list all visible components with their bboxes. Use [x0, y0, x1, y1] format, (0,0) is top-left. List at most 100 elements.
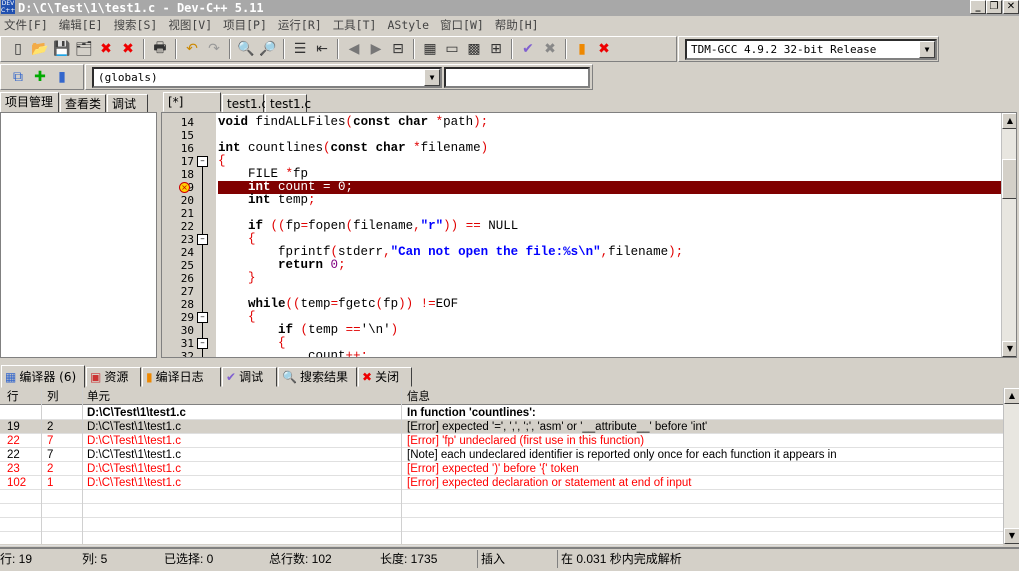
- compile-run-icon[interactable]: ▩: [464, 39, 484, 59]
- scroll-down-button[interactable]: ▼: [1004, 528, 1019, 544]
- line-number[interactable]: 15: [162, 129, 194, 142]
- fold-toggle-icon[interactable]: –: [197, 312, 208, 323]
- line-number[interactable]: 14: [162, 116, 194, 129]
- minimize-button[interactable]: _: [970, 0, 986, 14]
- compiler-messages-table[interactable]: 行 列 单元 信息 D:\C\Test\1\test1.c In function…: [0, 388, 1003, 546]
- bottom-tab-debug[interactable]: ✔ 调试: [222, 367, 277, 387]
- chevron-down-icon[interactable]: ▼: [424, 68, 440, 86]
- project-options-icon[interactable]: ▮: [52, 67, 72, 87]
- redo-icon[interactable]: ↷: [204, 39, 224, 59]
- bottom-tab-compiler[interactable]: ▦ 编译器 (6): [1, 365, 85, 388]
- replace-icon[interactable]: 🔎: [258, 39, 278, 59]
- column-header-message[interactable]: 信息: [407, 390, 1003, 404]
- menu-item[interactable]: 编辑[E]: [55, 16, 107, 34]
- save-icon[interactable]: 💾: [52, 39, 72, 59]
- line-number[interactable]: 25: [162, 259, 194, 272]
- syntax-check-icon[interactable]: ✔: [518, 39, 538, 59]
- bottom-tab-search-results[interactable]: 🔍 搜索结果: [278, 367, 357, 387]
- code-line[interactable]: {: [218, 155, 1002, 168]
- profile-icon[interactable]: ▮: [572, 39, 592, 59]
- save-all-icon[interactable]: 🗂: [74, 39, 94, 59]
- tab-debug[interactable]: 调试: [107, 94, 148, 114]
- scope-select[interactable]: (globals) ▼: [92, 66, 442, 88]
- run-icon[interactable]: ▭: [442, 39, 462, 59]
- editor-tab-active[interactable]: [*] test1.c: [163, 92, 221, 127]
- menu-item[interactable]: 帮助[H]: [491, 16, 543, 34]
- code-line[interactable]: while((temp=fgetc(fp)) !=EOF: [218, 298, 1002, 311]
- line-number[interactable]: 23: [162, 233, 194, 246]
- line-number[interactable]: 17: [162, 155, 194, 168]
- menu-item[interactable]: 项目[P]: [219, 16, 271, 34]
- messages-scrollbar[interactable]: ▲ ▼: [1003, 388, 1019, 544]
- menu-item[interactable]: 搜索[S]: [110, 16, 162, 34]
- column-header-unit[interactable]: 单元: [87, 390, 399, 404]
- open-file-icon[interactable]: 📂: [30, 39, 50, 59]
- table-row[interactable]: D:\C\Test\1\test1.c In function 'countlin…: [0, 406, 1003, 420]
- code-line[interactable]: int count = 0;: [218, 181, 1002, 194]
- line-number[interactable]: 27: [162, 285, 194, 298]
- compile-icon[interactable]: ▦: [420, 39, 440, 59]
- line-number[interactable]: 21: [162, 207, 194, 220]
- project-tree[interactable]: [0, 112, 157, 358]
- fold-toggle-icon[interactable]: –: [197, 156, 208, 167]
- print-icon[interactable]: 🖶: [150, 39, 170, 59]
- line-number[interactable]: 31: [162, 337, 194, 350]
- code-line[interactable]: int countlines(const char *filename): [218, 142, 1002, 155]
- code-editor[interactable]: 14151617–1819×20212223–242526272829–3031…: [161, 112, 1017, 358]
- code-line[interactable]: count++;: [218, 350, 1002, 358]
- code-line[interactable]: }: [218, 272, 1002, 285]
- find-icon[interactable]: 🔍: [236, 39, 256, 59]
- line-number[interactable]: 28: [162, 298, 194, 311]
- table-row[interactable]: 23 2 D:\C\Test\1\test1.c [Error] expected '…: [0, 462, 1003, 476]
- menu-item[interactable]: 窗口[W]: [436, 16, 488, 34]
- fold-toggle-icon[interactable]: –: [197, 234, 208, 245]
- close-file-icon[interactable]: ✖: [96, 39, 116, 59]
- line-number[interactable]: 16: [162, 142, 194, 155]
- fold-toggle-icon[interactable]: –: [197, 338, 208, 349]
- tab-project[interactable]: 项目管理: [0, 92, 59, 112]
- column-header-line[interactable]: 行: [7, 390, 41, 404]
- compiler-select[interactable]: TDM-GCC 4.9.2 32-bit Release ▼: [685, 38, 937, 60]
- code-line[interactable]: return 0;: [218, 259, 1002, 272]
- bottom-tab-compile-log[interactable]: ▮ 编译日志: [142, 367, 221, 387]
- indent-icon[interactable]: ☰: [290, 39, 310, 59]
- close-window-button[interactable]: ✕: [1003, 0, 1019, 14]
- code-line[interactable]: int temp;: [218, 194, 1002, 207]
- line-number[interactable]: 32: [162, 350, 194, 357]
- rebuild-icon[interactable]: ⊞: [486, 39, 506, 59]
- line-number[interactable]: 18: [162, 168, 194, 181]
- menu-item[interactable]: 工具[T]: [329, 16, 381, 34]
- table-row[interactable]: 19 2 D:\C\Test\1\test1.c [Error] expected '…: [0, 420, 1003, 434]
- stop-icon[interactable]: ✖: [540, 39, 560, 59]
- line-number[interactable]: 30: [162, 324, 194, 337]
- tab-classes[interactable]: 查看类: [60, 94, 106, 114]
- bottom-tab-resources[interactable]: ▣ 资源: [86, 367, 141, 387]
- bookmark-next-icon[interactable]: ▶: [366, 39, 386, 59]
- close-all-icon[interactable]: ✖: [118, 39, 138, 59]
- menu-item[interactable]: 视图[V]: [164, 16, 216, 34]
- new-file-icon[interactable]: ▯: [8, 39, 28, 59]
- delete-profile-icon[interactable]: ✖: [594, 39, 614, 59]
- new-project-icon[interactable]: ⧉: [8, 67, 28, 87]
- editor-tab[interactable]: test1.c: [222, 94, 268, 114]
- scroll-up-button[interactable]: ▲: [1004, 388, 1019, 404]
- add-to-project-icon[interactable]: ✚: [30, 67, 50, 87]
- scroll-up-button[interactable]: ▲: [1002, 113, 1016, 129]
- restore-button[interactable]: ❐: [986, 0, 1002, 14]
- line-number[interactable]: 22: [162, 220, 194, 233]
- table-row[interactable]: 22 7 D:\C\Test\1\test1.c [Error] 'fp' undec…: [0, 434, 1003, 448]
- table-row[interactable]: 22 7 D:\C\Test\1\test1.c [Note] each undecl…: [0, 448, 1003, 462]
- menu-item[interactable]: 运行[R]: [274, 16, 326, 34]
- editor-scrollbar[interactable]: ▲ ▼: [1001, 113, 1016, 357]
- undo-icon[interactable]: ↶: [182, 39, 202, 59]
- menu-item[interactable]: 文件[F]: [0, 16, 52, 34]
- bookmark-prev-icon[interactable]: ◀: [344, 39, 364, 59]
- goto-icon[interactable]: ⊟: [388, 39, 408, 59]
- line-number[interactable]: 24: [162, 246, 194, 259]
- code-line[interactable]: void findALLFiles(const char *path);: [218, 116, 1002, 129]
- line-number[interactable]: 26: [162, 272, 194, 285]
- scroll-thumb[interactable]: [1002, 159, 1016, 199]
- line-number[interactable]: 29: [162, 311, 194, 324]
- scroll-down-button[interactable]: ▼: [1002, 341, 1016, 357]
- menu-item[interactable]: AStyle: [383, 16, 433, 34]
